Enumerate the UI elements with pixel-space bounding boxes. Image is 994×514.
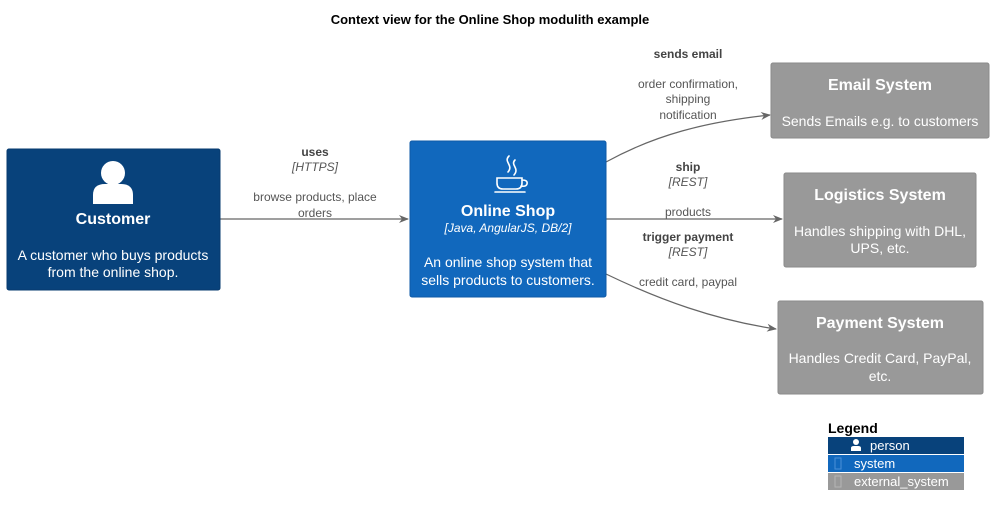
relation-uses-label: uses: [301, 145, 329, 159]
node-logistics-title: Logistics System: [814, 187, 946, 204]
legend-item-label: system: [854, 456, 895, 471]
relation-uses-tech: [HTTPS]: [291, 160, 339, 174]
edge-sends-email[interactable]: [605, 111, 771, 163]
relation-uses-desc-line: orders: [298, 206, 332, 220]
node-online-shop-desc-line: sells products to customers.: [421, 272, 595, 288]
node-customer-desc-line: from the online shop.: [48, 264, 179, 280]
diagram-title: Context view for the Online Shop modulit…: [331, 12, 650, 27]
node-online-shop[interactable]: Online Shop [Java, AngularJS, DB/2] An o…: [409, 140, 607, 298]
node-logistics-desc-line: UPS, etc.: [850, 240, 909, 256]
legend-item-label: person: [870, 438, 910, 453]
legend-item-external-system: external_system: [828, 473, 964, 490]
relation-label-uses: uses [HTTPS] browse products, place orde…: [253, 145, 377, 220]
node-online-shop-title: Online Shop: [461, 203, 555, 220]
node-payment-system[interactable]: Payment System Handles Credit Card, PayP…: [777, 300, 984, 395]
relation-label-ship: ship [REST] products: [665, 160, 711, 219]
node-customer[interactable]: Customer A customer who buys products fr…: [6, 148, 221, 291]
relation-trigger-payment-tech: [REST]: [668, 245, 708, 259]
relation-label-sends-email: sends email order confirmation, shipping…: [638, 47, 738, 122]
node-email-system[interactable]: Email System Sends Emails e.g. to custom…: [770, 62, 990, 139]
legend-item-system: system: [828, 455, 964, 472]
relation-ship-label: ship: [676, 160, 701, 174]
relation-sends-email-desc-line: notification: [659, 108, 716, 122]
relation-ship-desc-line: products: [665, 205, 711, 219]
context-diagram: Context view for the Online Shop modulit…: [6, 12, 990, 490]
node-customer-desc-line: A customer who buys products: [18, 247, 209, 263]
node-customer-title: Customer: [76, 211, 151, 228]
relation-label-trigger-payment: trigger payment [REST] credit card, payp…: [639, 230, 737, 289]
node-logistics-system[interactable]: Logistics System Handles shipping with D…: [783, 172, 977, 268]
node-logistics-desc-line: Handles shipping with DHL,: [794, 223, 966, 239]
legend-title: Legend: [828, 420, 878, 436]
legend-item-person: person: [828, 437, 964, 454]
node-email-title: Email System: [828, 77, 932, 94]
node-payment-title: Payment System: [816, 315, 944, 332]
node-online-shop-tech: [Java, AngularJS, DB/2]: [444, 221, 573, 235]
legend: Legend person system external_system: [828, 420, 964, 490]
node-payment-desc-line: etc.: [869, 368, 892, 384]
relation-uses-desc-line: browse products, place: [253, 190, 377, 204]
relation-ship-tech: [REST]: [668, 175, 708, 189]
relation-sends-email-desc-line: shipping: [666, 92, 711, 106]
relation-trigger-payment-label: trigger payment: [643, 230, 734, 244]
legend-item-label: external_system: [854, 474, 949, 489]
node-payment-desc-line: Handles Credit Card, PayPal,: [789, 350, 972, 366]
relation-sends-email-desc-line: order confirmation,: [638, 77, 738, 91]
node-email-desc-line: Sends Emails e.g. to customers: [782, 113, 979, 129]
relation-sends-email-label: sends email: [654, 47, 723, 61]
relation-trigger-payment-desc-line: credit card, paypal: [639, 275, 737, 289]
node-online-shop-desc-line: An online shop system that: [424, 254, 592, 270]
